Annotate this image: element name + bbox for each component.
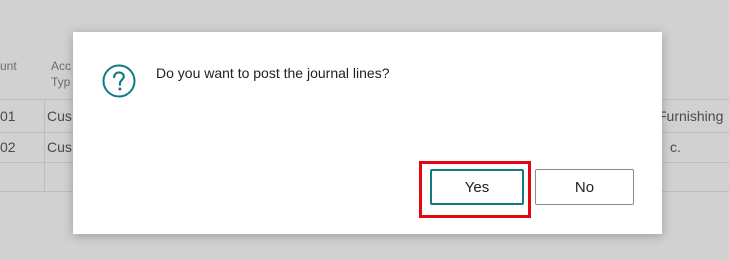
row-2-account-type: Cus [47,139,72,155]
column-header-amount: unt [0,59,17,73]
row-1-account-type: Cus [47,108,72,124]
dialog-message: Do you want to post the journal lines? [156,65,390,81]
column-header-account-type-line2: Typ [51,75,71,89]
row-2-name: c. [670,139,681,155]
question-circle-icon [101,63,137,99]
confirm-dialog: Do you want to post the journal lines? Y… [73,32,662,234]
column-header-account-type-line1: Acc [51,59,72,73]
row-2-number: 02 [0,139,16,155]
row-1-number: 01 [0,108,16,124]
column-divider [44,99,45,191]
row-1-name: Furnishing [658,108,724,124]
no-button[interactable]: No [535,169,634,205]
yes-button-highlight-box [419,161,531,218]
